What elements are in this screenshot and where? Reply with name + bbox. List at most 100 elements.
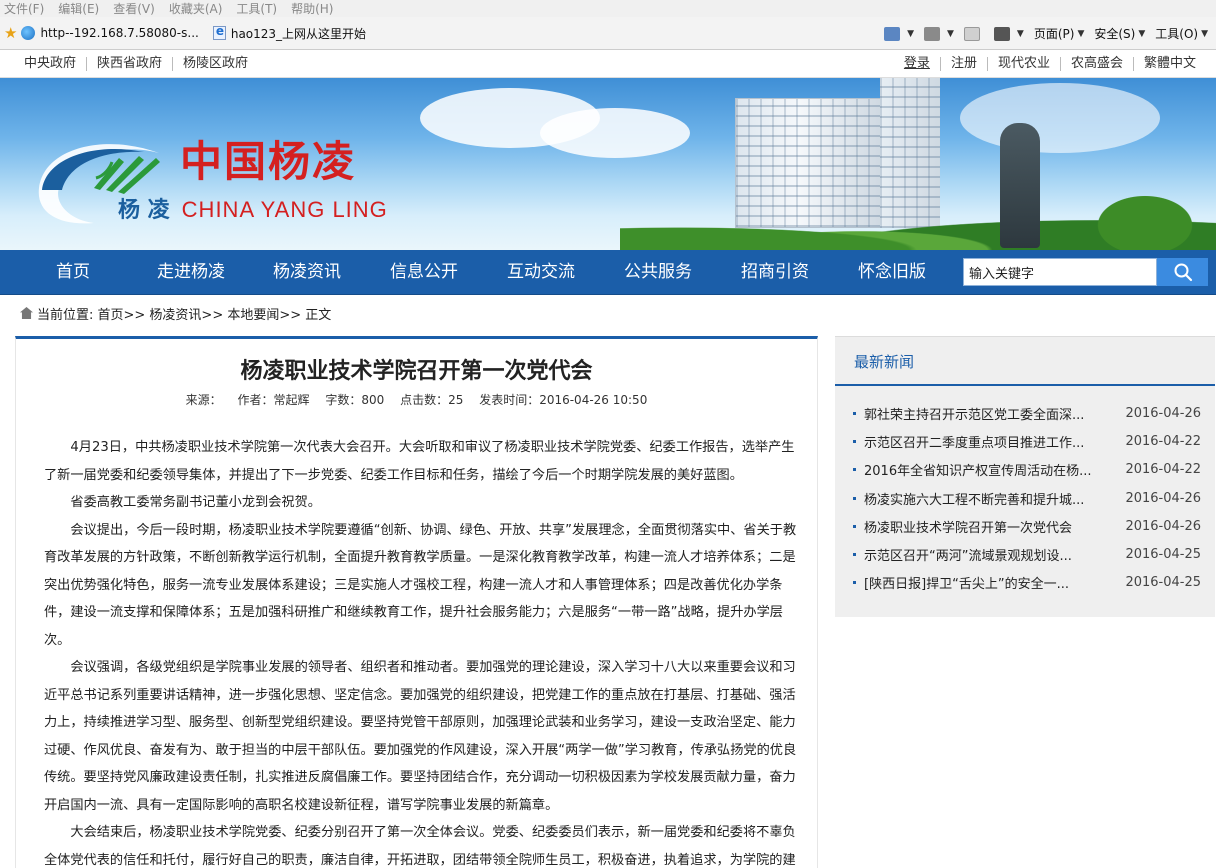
- bullet-icon: [853, 496, 856, 500]
- menu-tools[interactable]: 工具(T): [236, 0, 277, 17]
- meta-click-count: 点击数：25: [400, 393, 464, 407]
- mail-icon: [963, 26, 980, 41]
- favorite-link-hao123[interactable]: hao123_上网从这里开始: [212, 24, 366, 42]
- search-button[interactable]: [1157, 258, 1208, 286]
- globe-icon: [21, 26, 36, 40]
- link-traditional-chinese[interactable]: 繁體中文: [1134, 57, 1206, 71]
- menu-edit[interactable]: 编辑(E): [58, 0, 99, 17]
- latest-news-list: 郭社荣主持召开示范区党工委全面深... 2016-04-26 示范区召开二季度重点…: [853, 399, 1201, 597]
- logo-subtitle-cn: 杨 凌: [118, 197, 170, 223]
- site-banner: 中国杨凌 杨 凌 CHINA YANG LING: [0, 78, 1216, 250]
- meta-source: 来源：: [185, 393, 222, 407]
- nav-old-version[interactable]: 怀念旧版: [847, 250, 937, 295]
- list-item[interactable]: [陕西日报]捍卫“舌尖上”的安全一... 2016-04-25: [853, 569, 1201, 597]
- rss-icon: [923, 26, 940, 41]
- feeds-button[interactable]: ▼: [923, 26, 954, 41]
- link-modern-agriculture[interactable]: 现代农业: [988, 57, 1061, 71]
- chevron-down-icon: ▼: [1201, 28, 1208, 39]
- nav-public-services[interactable]: 公共服务: [613, 250, 703, 295]
- link-yangling-district-gov[interactable]: 杨陵区政府: [173, 57, 258, 71]
- menu-help[interactable]: 帮助(H): [291, 0, 333, 17]
- breadcrumb: 当前位置: 首页>> 杨凌资讯>> 本地要闻>> 正文: [20, 303, 331, 323]
- nav-home[interactable]: 首页: [33, 250, 113, 295]
- ie-page-icon: [212, 24, 226, 40]
- article-paragraph: 会议强调，各级党组织是学院事业发展的领导者、组织者和推动者。要加强党的理论建设，…: [44, 660, 797, 813]
- search-icon: [1174, 263, 1192, 282]
- bullet-icon: [853, 524, 856, 528]
- favorite-link-local[interactable]: http--192.168.7.58080-s...: [21, 26, 199, 40]
- news-date: 2016-04-22: [1125, 433, 1201, 449]
- article-panel: 杨凌职业技术学院召开第一次党代会 来源： 作者：常起辉 字数：800 点击数：2…: [15, 336, 818, 868]
- list-item[interactable]: 郭社荣主持召开示范区党工委全面深... 2016-04-26: [853, 399, 1201, 427]
- breadcrumb-text[interactable]: 当前位置: 首页>> 杨凌资讯>> 本地要闻>> 正文: [37, 304, 331, 323]
- cloud-decoration: [960, 83, 1160, 153]
- safety-menu-button[interactable]: 安全(S) ▼: [1094, 25, 1145, 42]
- article-paragraph: 4月23日，中共杨凌职业技术学院第一次代表大会召开。大会听取和审议了杨凌职业技术…: [44, 440, 795, 483]
- news-title[interactable]: [陕西日报]捍卫“舌尖上”的安全一...: [864, 573, 1115, 592]
- link-shaanxi-gov[interactable]: 陕西省政府: [87, 57, 174, 71]
- nav-public-info[interactable]: 信息公开: [379, 250, 469, 295]
- tree-decoration: [1085, 188, 1205, 250]
- page-menu-button[interactable]: 页面(P) ▼: [1034, 25, 1085, 42]
- nav-interaction[interactable]: 互动交流: [496, 250, 586, 295]
- news-date: 2016-04-26: [1125, 518, 1201, 534]
- news-title[interactable]: 示范区召开“两河”流域景观规划设...: [864, 545, 1115, 564]
- main-nav: 首页 走进杨凌 杨凌资讯 信息公开 互动交流 公共服务 招商引资 怀念旧版: [0, 250, 1216, 295]
- article-paragraph: 会议提出，今后一段时期，杨凌职业技术学院要遵循“创新、协调、绿色、开放、共享”发…: [44, 522, 797, 648]
- list-item[interactable]: 示范区召开“两河”流域景观规划设... 2016-04-25: [853, 540, 1201, 568]
- chevron-down-icon: ▼: [1077, 28, 1085, 39]
- site-links: 登录 注册 现代农业 农高盛会 繁體中文: [894, 50, 1206, 78]
- print-icon: [993, 26, 1010, 41]
- mail-button[interactable]: [963, 26, 984, 41]
- list-item[interactable]: 2016年全省知识产权宣传周活动在杨... 2016-04-22: [853, 456, 1201, 484]
- safety-menu-label: 安全(S): [1094, 27, 1136, 41]
- login-link[interactable]: 登录: [894, 57, 941, 71]
- latest-news-panel: 最新新闻 郭社荣主持召开示范区党工委全面深... 2016-04-26 示范区召开…: [835, 336, 1215, 617]
- article-paragraph: 大会结束后，杨凌职业技术学院党委、纪委分别召开了第一次全体会议。党委、纪委委员们…: [44, 825, 796, 868]
- nav-investment[interactable]: 招商引资: [730, 250, 820, 295]
- home-button[interactable]: ▼: [884, 26, 914, 41]
- article-paragraph: 省委高教工委常务副书记董小龙到会祝贺。: [70, 495, 321, 510]
- news-title[interactable]: 2016年全省知识产权宣传周活动在杨...: [864, 460, 1115, 479]
- meta-author: 作者：常起辉: [237, 393, 310, 407]
- logo-title: 中国杨凌: [180, 137, 357, 186]
- menu-file[interactable]: 文件(F): [4, 0, 44, 17]
- news-title[interactable]: 示范区召开二季度重点项目推进工作...: [864, 432, 1115, 451]
- logo-subtitle-en: CHINA YANG LING: [181, 197, 388, 222]
- news-date: 2016-04-26: [1125, 490, 1201, 506]
- list-item[interactable]: 示范区召开二季度重点项目推进工作... 2016-04-22: [853, 427, 1201, 455]
- news-title[interactable]: 杨凌实施六大工程不断完善和提升城...: [864, 489, 1115, 508]
- news-title[interactable]: 郭社荣主持召开示范区党工委全面深...: [864, 404, 1115, 423]
- latest-news-title: 最新新闻: [854, 353, 915, 371]
- home-icon: [20, 307, 33, 319]
- favorites-star-icon[interactable]: ★: [4, 24, 17, 42]
- favorites-bar: ★ http--192.168.7.58080-s... hao123_上网从这…: [0, 17, 1216, 50]
- divider: [835, 384, 1215, 386]
- news-date: 2016-04-25: [1125, 575, 1201, 591]
- cloud-decoration: [540, 108, 690, 158]
- list-item[interactable]: 杨凌职业技术学院召开第一次党代会 2016-04-26: [853, 512, 1201, 540]
- tools-menu-button[interactable]: 工具(O) ▼: [1155, 25, 1208, 42]
- menu-favorites[interactable]: 收藏夹(A): [169, 0, 223, 17]
- nav-yangling-news[interactable]: 杨凌资讯: [262, 250, 352, 295]
- news-title[interactable]: 杨凌职业技术学院召开第一次党代会: [864, 517, 1115, 536]
- article-meta: 来源： 作者：常起辉 字数：800 点击数：25 发表时间：2016-04-26…: [16, 391, 817, 408]
- chevron-down-icon: ▼: [1016, 28, 1024, 39]
- statue-image: [1000, 123, 1040, 248]
- chevron-down-icon: ▼: [907, 28, 914, 39]
- bullet-icon: [853, 553, 856, 557]
- link-central-gov[interactable]: 中央政府: [14, 57, 88, 71]
- news-date: 2016-04-22: [1125, 462, 1201, 478]
- print-button[interactable]: ▼: [993, 26, 1024, 41]
- menu-view[interactable]: 查看(V): [113, 0, 155, 17]
- search-input[interactable]: [963, 258, 1157, 286]
- meta-word-count: 字数：800: [325, 393, 385, 407]
- news-date: 2016-04-25: [1125, 547, 1201, 563]
- browser-menubar: 文件(F) 编辑(E) 查看(V) 收藏夹(A) 工具(T) 帮助(H): [0, 0, 1216, 17]
- page-menu-label: 页面(P): [1033, 27, 1075, 41]
- article-body: 4月23日，中共杨凌职业技术学院第一次代表大会召开。大会听取和审议了杨凌职业技术…: [44, 434, 804, 868]
- link-agri-fair[interactable]: 农高盛会: [1061, 57, 1134, 71]
- register-link[interactable]: 注册: [941, 57, 988, 71]
- list-item[interactable]: 杨凌实施六大工程不断完善和提升城... 2016-04-26: [853, 484, 1201, 512]
- nav-about-yangling[interactable]: 走进杨凌: [146, 250, 236, 295]
